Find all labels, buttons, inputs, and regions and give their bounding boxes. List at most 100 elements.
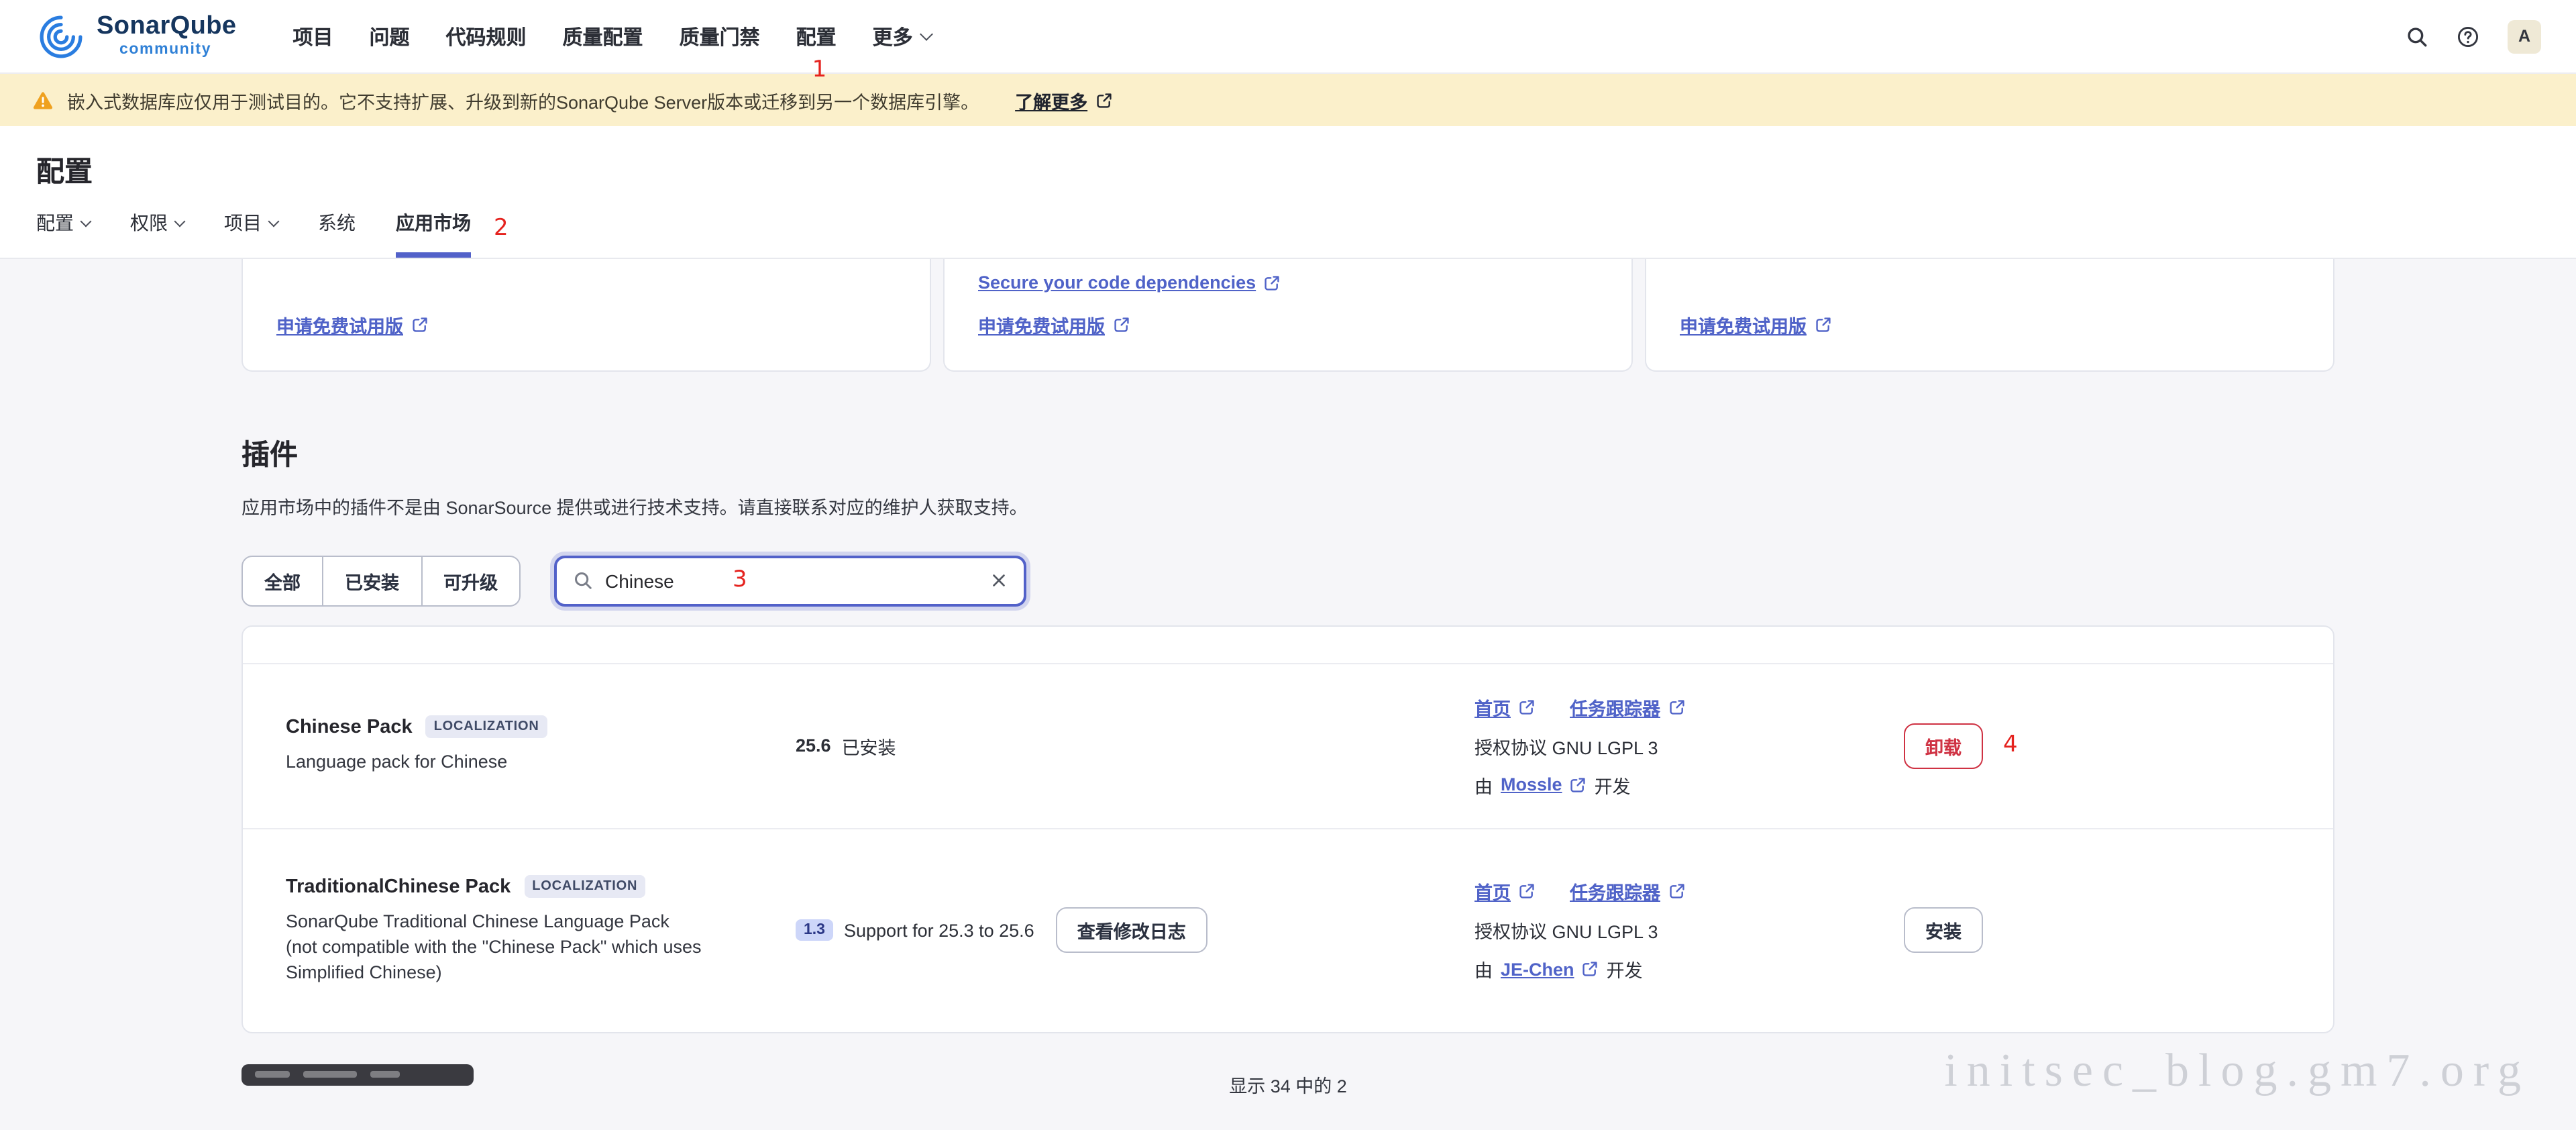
developer-suffix: 开发 xyxy=(1607,956,1643,983)
external-link-icon xyxy=(1815,317,1831,333)
global-search-button[interactable] xyxy=(2406,25,2428,48)
edition-promo-cards: 申请免费试用版 Secure your code dependencies 申请… xyxy=(241,259,2334,372)
chevron-down-icon xyxy=(268,215,280,227)
external-link-icon xyxy=(1095,92,1112,108)
plugin-search-input[interactable] xyxy=(605,570,707,592)
free-trial-label: 申请免费试用版 xyxy=(1680,311,1807,338)
developer-name: Mossle xyxy=(1501,775,1562,795)
learn-more-link[interactable]: 了解更多 xyxy=(1015,87,1112,113)
plugin-version-badge: 1.3 xyxy=(796,920,833,941)
partial-dark-overlay xyxy=(241,1064,474,1086)
developer-link[interactable]: JE-Chen xyxy=(1501,960,1599,980)
install-button[interactable]: 安装 xyxy=(1904,908,1983,954)
secure-dependencies-label: Secure your code dependencies xyxy=(978,272,1256,293)
developer-link[interactable]: Mossle xyxy=(1501,775,1587,795)
nav-item-label: 代码规则 xyxy=(446,22,527,50)
plugin-search-box: 3 xyxy=(554,556,1026,607)
homepage-link[interactable]: 首页 xyxy=(1474,694,1535,721)
plugin-developer-line: 由 JE-Chen 开发 xyxy=(1474,956,1904,983)
main-menu: 项目 问题 代码规则 质量配置 质量门禁 配置 1 更多 xyxy=(292,22,931,50)
nav-item-more[interactable]: 更多 xyxy=(873,22,932,50)
nav-item-label: 问题 xyxy=(369,22,409,50)
plugin-version-column: 1.3 Support for 25.3 to 25.6 查看修改日志 xyxy=(796,908,1474,954)
help-icon xyxy=(2457,25,2479,48)
developer-prefix: 由 xyxy=(1474,772,1493,799)
chevron-down-icon xyxy=(80,215,92,227)
tab-projects[interactable]: 项目 xyxy=(224,209,278,258)
developer-name: JE-Chen xyxy=(1501,960,1574,980)
plugin-links-line: 首页 任务跟踪器 xyxy=(1474,694,1904,721)
banner-text: 嵌入式数据库应仅用于测试目的。它不支持扩展、升级到新的SonarQube Ser… xyxy=(67,87,979,113)
developer-prefix: 由 xyxy=(1474,956,1493,983)
plugin-action-column: 安装 xyxy=(1904,908,2290,954)
nav-item-label: 项目 xyxy=(292,22,333,50)
issue-tracker-link[interactable]: 任务跟踪器 xyxy=(1570,878,1684,905)
plugins-heading: 插件 xyxy=(241,433,2334,474)
plugin-count-footer: 显示 34 中的 2 xyxy=(241,1071,2334,1098)
tab-permissions[interactable]: 权限 xyxy=(130,209,184,258)
plugin-info-column: TraditionalChinese Pack LOCALIZATION Son… xyxy=(286,875,796,986)
plugin-row-traditional-chinese-pack: TraditionalChinese Pack LOCALIZATION Son… xyxy=(243,828,2333,1032)
nav-item-administration[interactable]: 配置 1 xyxy=(796,22,837,50)
free-trial-link[interactable]: 申请免费试用版 xyxy=(1680,311,1831,338)
brand-edition: community xyxy=(119,44,236,59)
brand-title: SonarQube xyxy=(97,14,236,40)
filter-installed-button[interactable]: 已安装 xyxy=(323,556,422,607)
annotation-4: 4 xyxy=(2003,735,2018,758)
plugin-action-column: 卸载 4 xyxy=(1904,723,2290,769)
plugin-name: TraditionalChinese Pack xyxy=(286,876,511,897)
nav-item-projects[interactable]: 项目 xyxy=(292,22,333,50)
tab-label: 权限 xyxy=(130,209,168,236)
nav-item-quality-gates[interactable]: 质量门禁 xyxy=(680,22,760,50)
help-button[interactable] xyxy=(2457,25,2479,48)
tab-label: 配置 xyxy=(36,209,74,236)
free-trial-link[interactable]: 申请免费试用版 xyxy=(276,311,427,338)
filter-upgradable-button[interactable]: 可升级 xyxy=(422,556,521,607)
free-trial-link[interactable]: 申请免费试用版 xyxy=(978,311,1129,338)
external-link-icon xyxy=(1582,962,1599,978)
plugin-description: SonarQube Traditional Chinese Language P… xyxy=(286,910,704,986)
plugin-list: Chinese Pack LOCALIZATION Language pack … xyxy=(241,625,2334,1033)
issue-tracker-link[interactable]: 任务跟踪器 xyxy=(1570,694,1684,721)
embedded-database-warning-banner: 嵌入式数据库应仅用于测试目的。它不支持扩展、升级到新的SonarQube Ser… xyxy=(0,74,2576,126)
homepage-label: 首页 xyxy=(1474,878,1511,905)
nav-item-label: 更多 xyxy=(873,22,913,50)
tab-system[interactable]: 系统 xyxy=(318,209,356,258)
filter-all-button[interactable]: 全部 xyxy=(241,556,323,607)
nav-item-issues[interactable]: 问题 xyxy=(369,22,409,50)
search-icon xyxy=(2406,25,2428,48)
plugin-developer-line: 由 Mossle 开发 xyxy=(1474,772,1904,799)
nav-item-rules[interactable]: 代码规则 xyxy=(446,22,527,50)
tab-label: 系统 xyxy=(318,209,356,236)
plugin-description: Language pack for Chinese xyxy=(286,751,704,776)
plugins-toolbar: 全部 已安装 可升级 3 xyxy=(241,556,2334,607)
view-changelog-button[interactable]: 查看修改日志 xyxy=(1056,908,1208,954)
brand-text: SonarQube community xyxy=(97,14,236,59)
external-link-icon xyxy=(1113,317,1129,333)
clear-search-button[interactable] xyxy=(990,572,1008,590)
overlay-glyph xyxy=(303,1071,357,1078)
external-link-icon xyxy=(1264,274,1280,291)
plugin-count-text: 显示 34 中的 2 xyxy=(1229,1076,1347,1096)
tab-configuration[interactable]: 配置 xyxy=(36,209,90,258)
homepage-link[interactable]: 首页 xyxy=(1474,878,1535,905)
free-trial-label: 申请免费试用版 xyxy=(978,311,1105,338)
secure-dependencies-link[interactable]: Secure your code dependencies xyxy=(978,272,1280,293)
plugin-filter-group: 全部 已安装 可升级 xyxy=(241,556,521,607)
plugin-info-column: Chinese Pack LOCALIZATION Language pack … xyxy=(286,716,796,776)
nav-item-label: 配置 xyxy=(796,22,837,50)
overlay-glyph xyxy=(370,1071,400,1078)
nav-item-quality-profiles[interactable]: 质量配置 xyxy=(563,22,643,50)
tab-marketplace[interactable]: 应用市场 xyxy=(396,209,471,258)
plugin-category-badge: LOCALIZATION xyxy=(524,875,645,898)
uninstall-button[interactable]: 卸载 xyxy=(1904,723,1983,769)
sonarqube-logo[interactable]: SonarQube community xyxy=(38,13,236,60)
chevron-down-icon xyxy=(920,27,934,40)
external-link-icon xyxy=(411,317,427,333)
content-container: 申请免费试用版 Secure your code dependencies 申请… xyxy=(241,259,2334,1098)
external-link-icon xyxy=(1668,699,1684,715)
user-avatar[interactable]: A xyxy=(2508,19,2541,53)
plugin-links-column: 首页 任务跟踪器 授权协议 GNU LGPL 3 由 xyxy=(1474,694,1904,799)
warning-icon xyxy=(32,89,54,111)
nav-right-tools: A xyxy=(2406,19,2541,53)
